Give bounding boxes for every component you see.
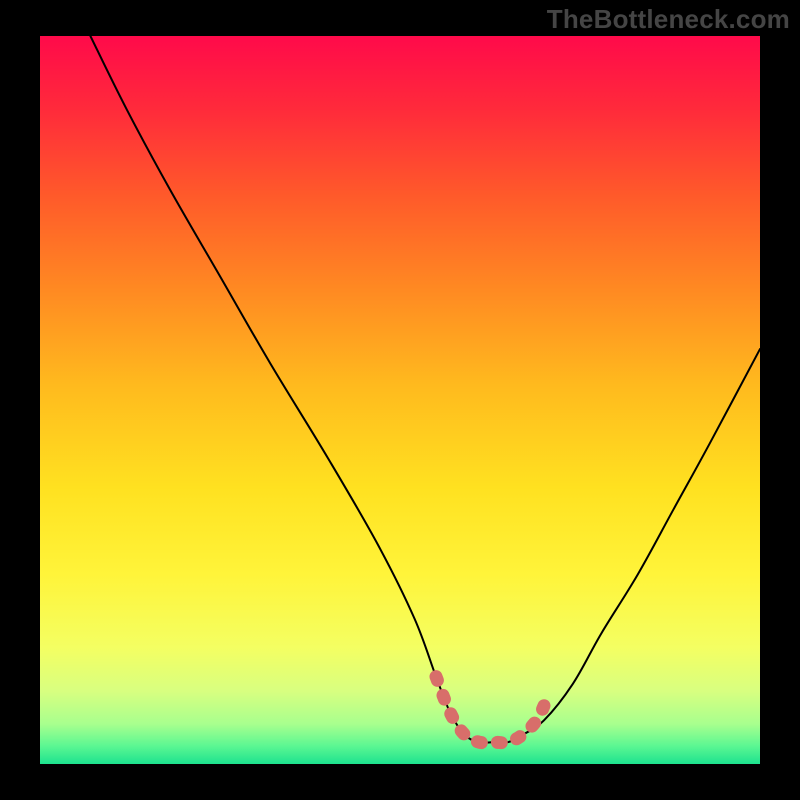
gradient-background: [40, 36, 760, 764]
plot-area: [40, 36, 760, 764]
chart-frame: TheBottleneck.com: [0, 0, 800, 800]
plot-svg: [40, 36, 760, 764]
watermark-label: TheBottleneck.com: [547, 4, 790, 35]
